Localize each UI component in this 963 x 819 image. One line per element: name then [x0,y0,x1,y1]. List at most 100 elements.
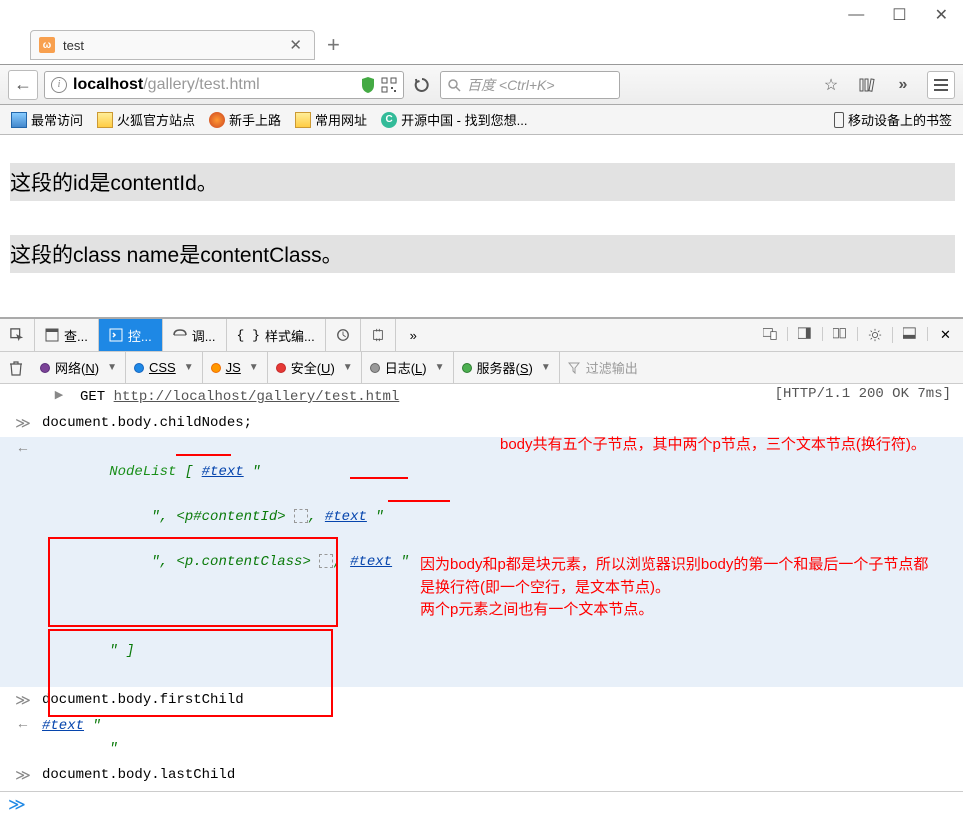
quote: " [244,464,261,480]
search-placeholder: 百度 <Ctrl+K> [467,75,555,95]
console-prompt[interactable]: ≫ [0,791,963,819]
tab-label: 调... [192,326,216,345]
dot-icon [370,363,380,373]
dock-side-button[interactable] [788,327,823,341]
expand-arrow-icon[interactable]: ▶ [55,388,63,402]
tab-close-button[interactable]: ✕ [287,36,304,54]
qr-icon[interactable] [381,77,397,93]
console-input-line[interactable]: ≫ document.body.firstChild [0,687,963,713]
devtools-close-button[interactable]: ✕ [928,327,963,343]
search-input[interactable]: 百度 <Ctrl+K> [440,71,620,99]
filter-output-input[interactable]: 过滤输出 [560,358,963,377]
console-output-line[interactable]: ← #text " " [0,713,963,762]
overflow-icon[interactable]: » [891,73,915,97]
url-host: localhost [73,76,143,93]
bookmark-most-visited[interactable]: 最常访问 [6,108,88,131]
dock-options-button[interactable] [823,327,858,341]
filter-label: 网络(N) [55,358,99,377]
filter-label: 服务器(S) [477,358,533,377]
text-node-link[interactable]: #text [202,464,244,480]
console-input: document.body.firstChild [42,689,955,711]
bookmark-oschina[interactable]: C开源中国 - 找到您想... [376,108,532,131]
prompt-icon: ≫ [8,795,26,816]
target-icon[interactable] [294,509,308,523]
chevron-down-icon: ▼ [184,362,194,373]
text-node-link[interactable]: #text [325,509,367,525]
menu-button[interactable] [927,71,955,99]
bookmark-common-sites[interactable]: 常用网址 [290,108,372,131]
bookmark-getting-started[interactable]: 新手上路 [204,108,286,131]
url-input[interactable]: i localhost/gallery/test.html [44,71,404,99]
debugger-tab[interactable]: 调... [163,319,227,351]
filter-label: 日志(L) [385,358,427,377]
close-window-button[interactable]: ✕ [935,5,948,25]
bookmark-label: 移动设备上的书签 [848,110,952,129]
more-tabs[interactable]: » [396,319,431,351]
url-path: /gallery/test.html [143,76,259,93]
bookmark-label: 常用网址 [315,110,367,129]
style-editor-tab[interactable]: { } 样式编... [227,319,326,351]
prompt-icon: ≫ [15,766,31,785]
console-output-line[interactable]: ← #text "" [0,789,963,791]
filter-js[interactable]: JS▼ [203,352,268,383]
settings-button[interactable] [858,327,893,343]
site-info-icon[interactable]: i [51,77,67,93]
performance-tab[interactable] [326,319,361,351]
firefox-icon [209,112,225,128]
minimize-button[interactable]: — [848,6,864,24]
target-icon[interactable] [319,554,333,568]
chevron-down-icon: ▼ [343,362,353,373]
text-node-link[interactable]: #text [350,554,392,570]
console-drawer-button[interactable] [893,327,928,341]
filter-css[interactable]: CSS ▼ [126,352,203,383]
back-button[interactable]: ← [8,70,38,100]
chevron-down-icon: ▼ [541,362,551,373]
dot-icon [40,363,50,373]
output-arrow-icon: ← [19,441,27,457]
dot-icon [276,363,286,373]
folder-icon [295,112,311,128]
text-node-link[interactable]: #text [42,718,84,734]
inspect-element-button[interactable] [0,319,35,351]
maximize-button[interactable]: ☐ [892,5,906,25]
console-input-line[interactable]: ≫ document.body.childNodes; [0,410,963,436]
console-request-line[interactable]: ▶ GET http://localhost/gallery/test.html… [0,384,963,410]
request-url[interactable]: http://localhost/gallery/test.html [114,389,400,405]
filter-log[interactable]: 日志(L) ▼ [362,352,454,383]
address-bar: ← i localhost/gallery/test.html 百度 <Ctrl… [0,64,963,105]
paragraph-contentclass: 这段的class name是contentClass。 [10,235,955,273]
request-method: GET [80,389,105,405]
console-input-line[interactable]: ≫ document.body.lastChild [0,762,963,788]
memory-tab[interactable] [361,319,396,351]
element-link[interactable]: <p#contentId> [176,509,285,525]
reload-button[interactable] [410,73,434,97]
funnel-icon [568,362,580,374]
bookmark-mobile[interactable]: 移动设备上的书签 [829,108,957,131]
page-icon [11,112,27,128]
shield-icon[interactable] [361,77,375,93]
responsive-mode-button[interactable] [753,327,788,341]
inspector-tab[interactable]: 查... [35,319,99,351]
console-filter-bar: 网络(N)▼ CSS▼ JS▼ 安全(U)▼ 日志(L)▼ 服务器(S)▼ 过滤… [0,352,963,384]
bookmark-star-icon[interactable]: ☆ [819,73,843,97]
new-tab-button[interactable]: + [327,32,340,58]
nodelist-label: NodeList [109,464,176,480]
tab-bar: ω test ✕ + [0,30,963,64]
library-icon[interactable] [855,73,879,97]
bookmark-firefox-site[interactable]: 火狐官方站点 [92,108,200,131]
filter-label: CSS [149,360,176,375]
filter-label: JS [226,360,241,375]
filter-net[interactable]: 网络(N) ▼ [32,352,126,383]
tab-label: 控... [128,326,152,345]
folder-icon [97,112,113,128]
clear-console-button[interactable] [0,360,32,376]
console-tab[interactable]: 控... [99,319,163,351]
element-link[interactable]: <p.contentClass> [176,554,310,570]
response-status: [HTTP/1.1 200 OK 7ms] [775,386,951,402]
chevron-down-icon: ▼ [435,362,445,373]
window-controls: — ☐ ✕ [0,0,963,30]
filter-server[interactable]: 服务器(S) ▼ [454,352,560,383]
chevron-down-icon: ▼ [107,362,117,373]
filter-security[interactable]: 安全(U)▼ [268,352,362,383]
browser-tab[interactable]: ω test ✕ [30,30,315,60]
